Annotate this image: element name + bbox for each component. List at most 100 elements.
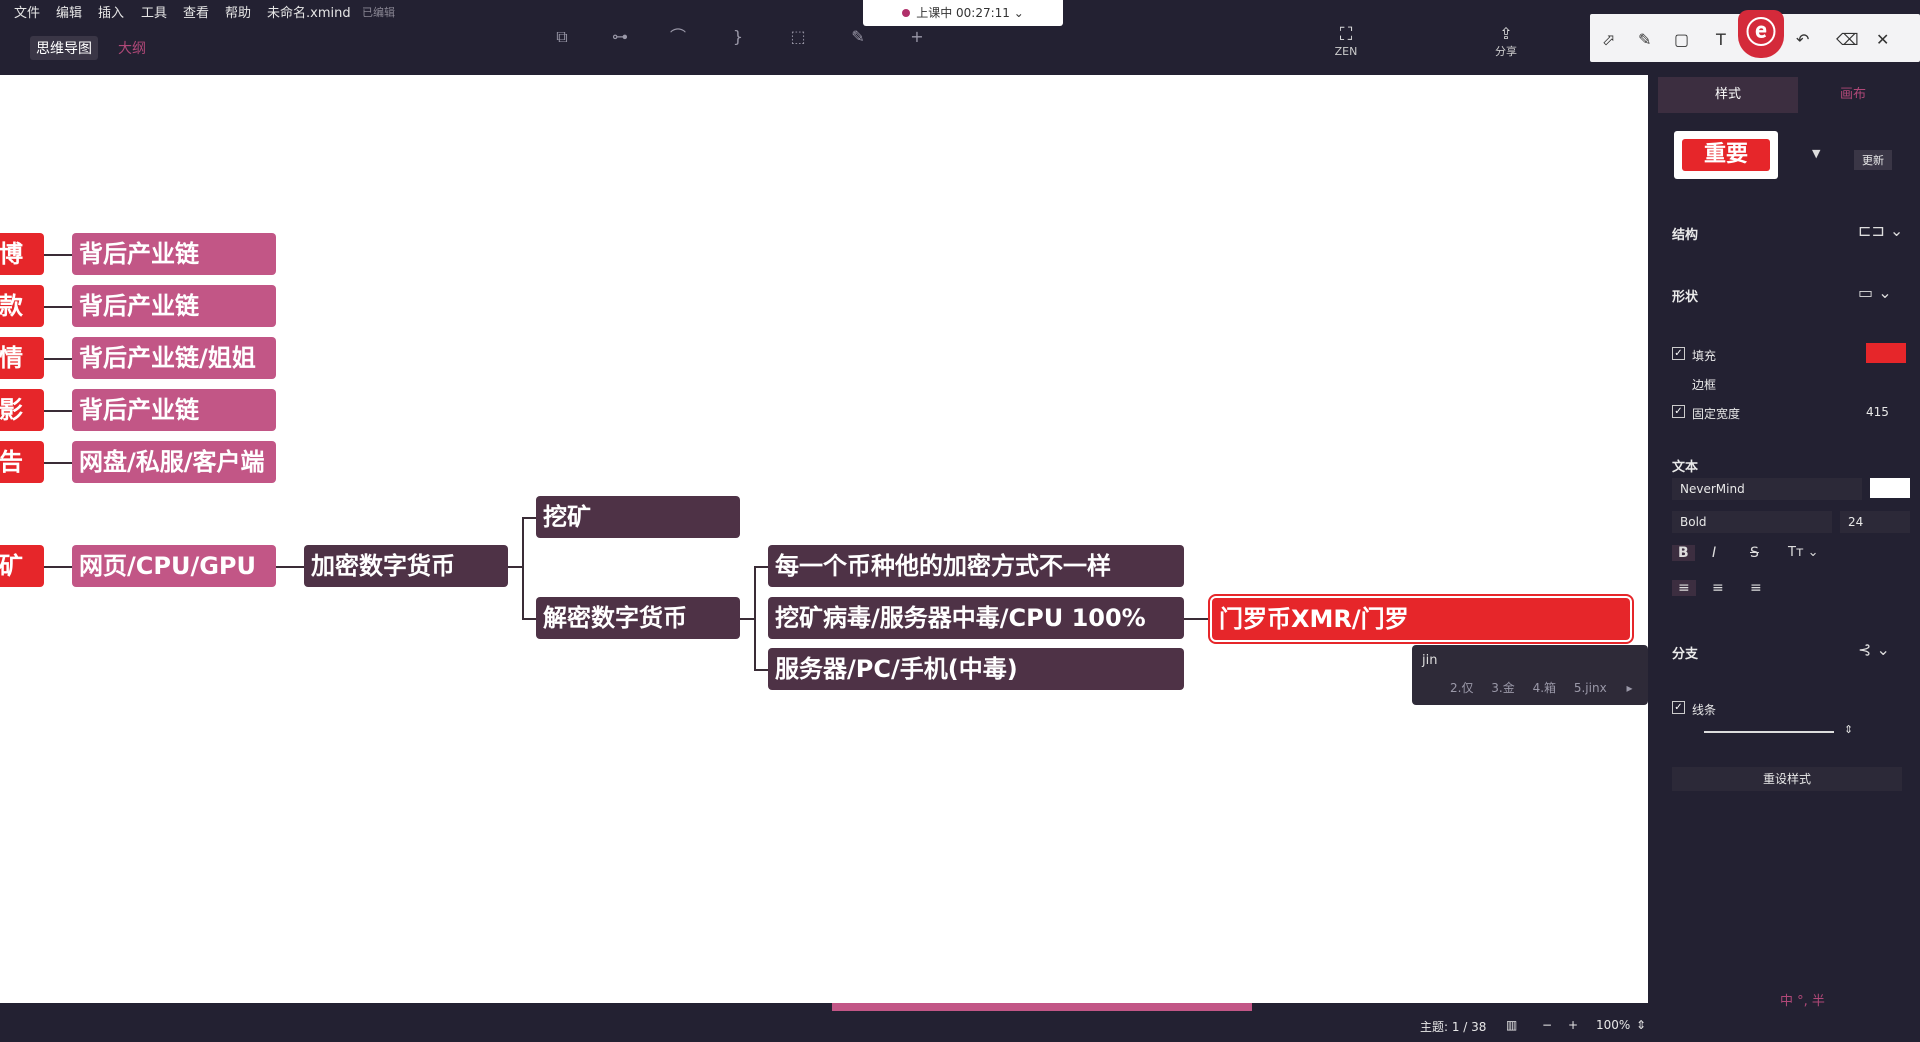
- italic-icon[interactable]: I: [1712, 545, 1716, 561]
- subtopic-node[interactable]: 背后产业链: [72, 233, 276, 275]
- subtopic-node[interactable]: 服务器/PC/手机(中毒): [768, 648, 1184, 690]
- status-bar: [0, 1003, 1648, 1042]
- font-select[interactable]: NeverMind: [1672, 478, 1862, 500]
- tab-canvas[interactable]: 画布: [1798, 77, 1908, 113]
- text-color-swatch[interactable]: [1870, 478, 1910, 498]
- zoom-out-button[interactable]: −: [1542, 1018, 1552, 1032]
- menu-help[interactable]: 帮助: [225, 2, 251, 21]
- topic-node[interactable]: 矿: [0, 545, 44, 587]
- connector-line: [522, 618, 536, 620]
- structure-label: 结构: [1672, 228, 1699, 243]
- fill-checkbox[interactable]: ✓: [1672, 347, 1685, 360]
- ime-candidate[interactable]: 4.箱: [1533, 681, 1556, 695]
- boundary-icon[interactable]: ⬚: [786, 26, 810, 48]
- fixed-width-checkbox[interactable]: ✓: [1672, 405, 1685, 418]
- format-panel: 样式 画布 重要 ▼ 更新 结构 ⊏⊐ ⌄ 形状 ▭ ⌄ ✓ 填充 边框 ✓ 固…: [1648, 75, 1920, 1042]
- topic-node[interactable]: 告: [0, 441, 44, 483]
- font-weight-select[interactable]: Bold: [1672, 511, 1832, 533]
- ime-mode-indicator[interactable]: 中 °, 半: [1780, 990, 1825, 1009]
- horizontal-scrollbar[interactable]: [832, 1003, 1252, 1011]
- topic-node[interactable]: 款: [0, 285, 44, 327]
- next-page-icon[interactable]: ▸: [1627, 681, 1633, 695]
- text-label: 文本: [1672, 460, 1699, 475]
- align-left-icon[interactable]: ≡: [1672, 580, 1696, 596]
- subtopic-icon[interactable]: ⧉: [550, 26, 574, 48]
- ime-input: jin: [1422, 653, 1438, 668]
- undo-icon[interactable]: ↶: [1796, 30, 1809, 49]
- rectangle-icon[interactable]: ▢: [1674, 30, 1689, 49]
- menu-tools[interactable]: 工具: [141, 2, 167, 21]
- connector-line: [44, 410, 72, 412]
- connector-line: [44, 462, 72, 464]
- subtopic-node[interactable]: 背后产业链: [72, 285, 276, 327]
- save-status: 已编辑: [362, 6, 395, 19]
- menu-file[interactable]: 文件: [14, 2, 40, 21]
- text-case-icon[interactable]: Tт ⌄: [1788, 545, 1819, 560]
- topic-icon[interactable]: ⊶: [608, 26, 632, 48]
- insert-icon[interactable]: +: [905, 26, 929, 48]
- ime-candidates: 2.仅 3.金 4.箱 5.jinx ▸: [1422, 679, 1633, 696]
- subtopic-node[interactable]: 解密数字货币: [536, 597, 740, 639]
- note-icon[interactable]: ✎: [846, 26, 870, 48]
- tab-style[interactable]: 样式: [1658, 77, 1798, 113]
- cursor-icon[interactable]: ⬀: [1602, 30, 1615, 49]
- delete-icon[interactable]: ⌫: [1836, 30, 1859, 49]
- tab-outline[interactable]: 大纲: [118, 38, 146, 58]
- selected-topic-node[interactable]: 门罗币XMR/门罗: [1208, 594, 1634, 644]
- align-center-icon[interactable]: ≡: [1712, 580, 1724, 596]
- font-weight: Bold: [1680, 515, 1707, 529]
- topic-node[interactable]: 情: [0, 337, 44, 379]
- branch-style-icon[interactable]: ⊰ ⌄: [1858, 640, 1890, 659]
- shape-icon[interactable]: ▭ ⌄: [1858, 283, 1892, 302]
- ime-candidate[interactable]: 3.金: [1491, 681, 1514, 695]
- tab-mindmap[interactable]: 思维导图: [30, 36, 98, 60]
- style-preview[interactable]: 重要: [1674, 131, 1778, 179]
- menu-insert[interactable]: 插入: [98, 2, 124, 21]
- pen-icon[interactable]: ✎: [1638, 30, 1651, 49]
- subtopic-node[interactable]: 每一个币种他的加密方式不一样: [768, 545, 1184, 587]
- ime-candidate[interactable]: 2.仅: [1450, 681, 1473, 695]
- ime-candidate[interactable]: 5.jinx: [1574, 681, 1607, 695]
- chevron-down-icon[interactable]: ▼: [1812, 147, 1820, 160]
- topic-node[interactable]: 影: [0, 389, 44, 431]
- structure-icon[interactable]: ⊏⊐ ⌄: [1858, 221, 1903, 240]
- subtopic-node[interactable]: 网盘/私服/客户端: [72, 441, 276, 483]
- subtopic-node[interactable]: 挖矿病毒/服务器中毒/CPU 100%: [768, 597, 1184, 639]
- connector-line: [44, 306, 72, 308]
- strikethrough-icon[interactable]: S: [1750, 545, 1759, 561]
- recording-label: 上课中 00:27:11: [916, 6, 1010, 20]
- stepper-icon[interactable]: ⇕: [1844, 723, 1853, 736]
- connector-line: [44, 566, 72, 568]
- update-style-button[interactable]: 更新: [1854, 150, 1892, 170]
- summary-icon[interactable]: }: [726, 26, 750, 48]
- text-tool-icon[interactable]: T: [1716, 30, 1726, 49]
- connector-line: [522, 517, 524, 619]
- close-icon[interactable]: ✕: [1876, 30, 1889, 49]
- mindmap-canvas[interactable]: 博 款 情 影 告 矿 背后产业链 背后产业链 背后产业链/姐姐 背后产业链 网…: [0, 75, 1648, 1003]
- bold-icon[interactable]: B: [1672, 545, 1695, 561]
- subtopic-node[interactable]: 加密数字货币: [304, 545, 508, 587]
- menu-view[interactable]: 查看: [183, 2, 209, 21]
- zoom-stepper-icon[interactable]: ⇕: [1636, 1018, 1646, 1032]
- zoom-in-button[interactable]: +: [1568, 1018, 1578, 1032]
- subtopic-node[interactable]: 背后产业链/姐姐: [72, 337, 276, 379]
- zen-button[interactable]: ⛶ ZEN: [1328, 24, 1364, 58]
- menu-edit[interactable]: 编辑: [56, 2, 82, 21]
- fill-color-swatch[interactable]: [1866, 343, 1906, 363]
- line-style-select[interactable]: [1704, 731, 1834, 733]
- map-view-icon[interactable]: ▥: [1506, 1018, 1517, 1032]
- zoom-level[interactable]: 100%: [1596, 1018, 1630, 1032]
- relationship-icon[interactable]: ⌒: [666, 26, 690, 48]
- font-size-select[interactable]: 24: [1840, 511, 1910, 533]
- subtopic-node[interactable]: 背后产业链: [72, 389, 276, 431]
- subtopic-node[interactable]: 挖矿: [536, 496, 740, 538]
- share-button[interactable]: ⇪ 分享: [1488, 24, 1524, 59]
- topic-node[interactable]: 博: [0, 233, 44, 275]
- fixed-width-value[interactable]: 415: [1866, 405, 1889, 419]
- line-checkbox[interactable]: ✓: [1672, 701, 1685, 714]
- fullscreen-icon: ⛶: [1339, 24, 1353, 45]
- subtopic-node[interactable]: 网页/CPU/GPU: [72, 545, 276, 587]
- recording-indicator[interactable]: 上课中 00:27:11 ⌄: [863, 0, 1063, 26]
- align-right-icon[interactable]: ≡: [1750, 580, 1762, 596]
- reset-style-button[interactable]: 重设样式: [1672, 767, 1902, 791]
